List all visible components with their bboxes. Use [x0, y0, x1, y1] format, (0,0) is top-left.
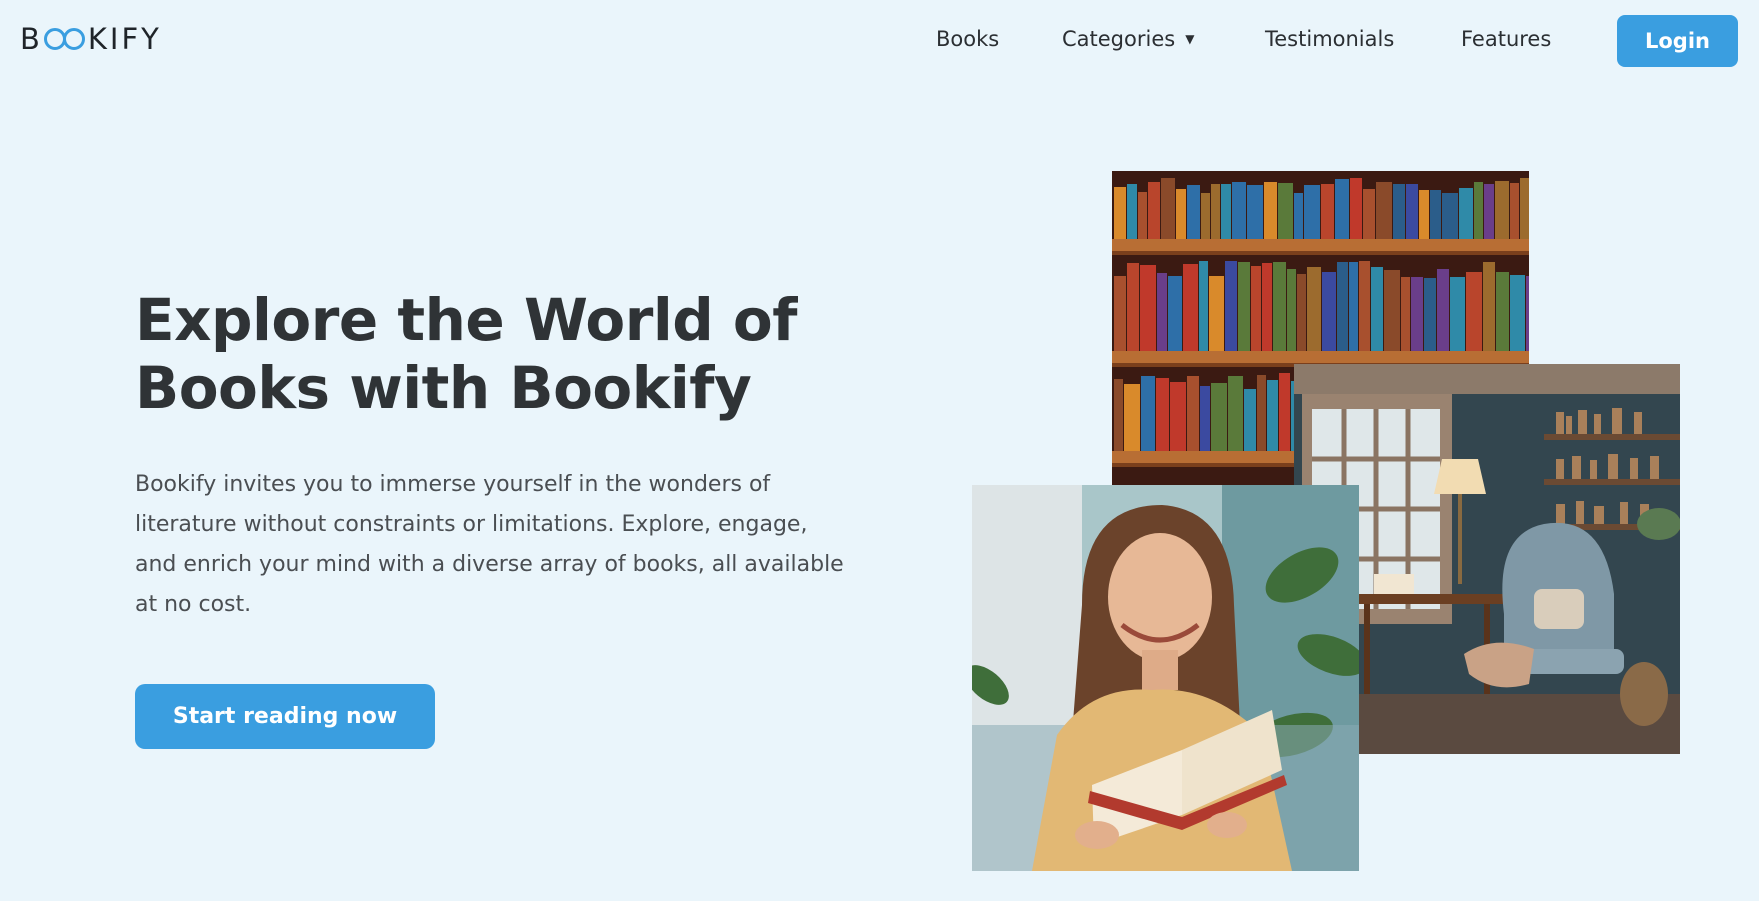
book-spine	[1244, 389, 1256, 451]
login-button[interactable]: Login	[1617, 15, 1738, 67]
book-spine	[1495, 181, 1509, 239]
book-spine	[1138, 192, 1147, 239]
book-spine	[1114, 379, 1123, 451]
start-reading-button[interactable]: Start reading now	[135, 684, 435, 749]
book-spine	[1114, 187, 1126, 239]
book-spine	[1337, 262, 1348, 351]
logo-text-start: B	[20, 22, 43, 56]
book-spine	[1199, 261, 1208, 351]
book-spine	[1411, 277, 1423, 351]
book-spine	[1359, 261, 1370, 351]
book-spine	[1157, 273, 1167, 351]
book-spine	[1335, 179, 1349, 239]
book-spine	[1307, 267, 1321, 351]
book-spine	[1170, 382, 1186, 451]
book-spine	[1459, 188, 1473, 239]
book-spine	[1273, 262, 1286, 351]
logo-rings-icon	[43, 28, 87, 50]
book-spine	[1278, 183, 1293, 239]
book-spine	[1201, 193, 1210, 239]
book-spine	[1442, 193, 1458, 239]
hero-description: Bookify invites you to immerse yourself …	[135, 472, 844, 617]
book-spine	[1474, 182, 1483, 239]
hero-title-line-2: Books with Bookify	[135, 354, 752, 422]
book-spine	[1437, 269, 1449, 351]
nav-testimonials[interactable]: Testimonials	[1265, 27, 1394, 51]
caret-down-icon: ▼	[1185, 32, 1195, 46]
book-spine	[1363, 189, 1375, 239]
book-spine	[1406, 184, 1418, 239]
woman-reading-illustration	[972, 485, 1359, 871]
book-spine	[1430, 190, 1441, 239]
book-spine	[1401, 277, 1410, 351]
book-spine	[1376, 182, 1392, 239]
book-spine	[1251, 266, 1261, 351]
nav-categories-label: Categories	[1062, 27, 1176, 51]
landing-page: B KIFY Books Categories ▼ Testimonials Fe…	[0, 0, 1759, 901]
book-spine	[1322, 272, 1336, 351]
book-spine	[1520, 178, 1529, 239]
book-spine	[1287, 269, 1296, 351]
woman-reading-image	[972, 485, 1359, 871]
book-spine	[1526, 276, 1529, 351]
bookify-logo[interactable]: B KIFY	[20, 22, 162, 56]
book-spine	[1294, 193, 1303, 239]
book-spine	[1304, 185, 1320, 239]
book-spine	[1221, 184, 1231, 239]
book-spine	[1225, 261, 1237, 351]
book-spine	[1232, 182, 1246, 239]
book-spine	[1297, 274, 1306, 351]
book-spine	[1209, 276, 1224, 351]
book-spine	[1161, 178, 1175, 239]
book-spine	[1496, 272, 1509, 351]
logo-text-end: KIFY	[87, 22, 162, 56]
book-spine	[1141, 376, 1155, 451]
book-spine	[1156, 378, 1169, 451]
book-spine	[1450, 277, 1465, 351]
book-spine	[1262, 263, 1272, 351]
book-spine	[1211, 184, 1220, 239]
book-spine	[1176, 189, 1186, 239]
nav-categories[interactable]: Categories ▼	[1062, 27, 1194, 51]
book-spine	[1267, 380, 1278, 451]
book-spine	[1247, 185, 1263, 239]
book-spine	[1114, 276, 1126, 351]
book-spine	[1510, 275, 1525, 351]
hero-title-line-1: Explore the World of	[135, 286, 797, 354]
book-spine	[1187, 376, 1199, 451]
book-spine	[1371, 267, 1383, 351]
book-spine	[1424, 278, 1436, 351]
book-spine	[1419, 190, 1429, 239]
book-spine	[1168, 276, 1182, 351]
book-spine	[1483, 262, 1495, 351]
book-spine	[1350, 178, 1362, 239]
book-spine	[1264, 182, 1277, 239]
top-navbar: B KIFY Books Categories ▼ Testimonials Fe…	[0, 0, 1759, 80]
book-spine	[1238, 262, 1250, 351]
book-spine	[1384, 270, 1400, 351]
book-spine	[1510, 183, 1519, 239]
book-spine	[1127, 263, 1139, 351]
book-spine	[1466, 272, 1482, 351]
book-spine	[1148, 182, 1160, 239]
book-spine	[1228, 376, 1243, 451]
book-spine	[1279, 373, 1290, 451]
nav-books[interactable]: Books	[936, 27, 999, 51]
book-spine	[1187, 185, 1200, 239]
book-spine	[1127, 184, 1137, 239]
hero-title: Explore the World of Books with Bookify	[135, 286, 855, 422]
book-spine	[1257, 375, 1266, 451]
book-spine	[1211, 383, 1227, 451]
book-spine	[1393, 184, 1405, 239]
book-spine	[1140, 265, 1156, 351]
book-spine	[1349, 262, 1358, 351]
book-spine	[1484, 184, 1494, 239]
book-spine	[1321, 184, 1334, 239]
nav-features[interactable]: Features	[1461, 27, 1551, 51]
book-spine	[1183, 264, 1198, 351]
book-spine	[1124, 384, 1140, 451]
book-spine	[1200, 386, 1210, 451]
